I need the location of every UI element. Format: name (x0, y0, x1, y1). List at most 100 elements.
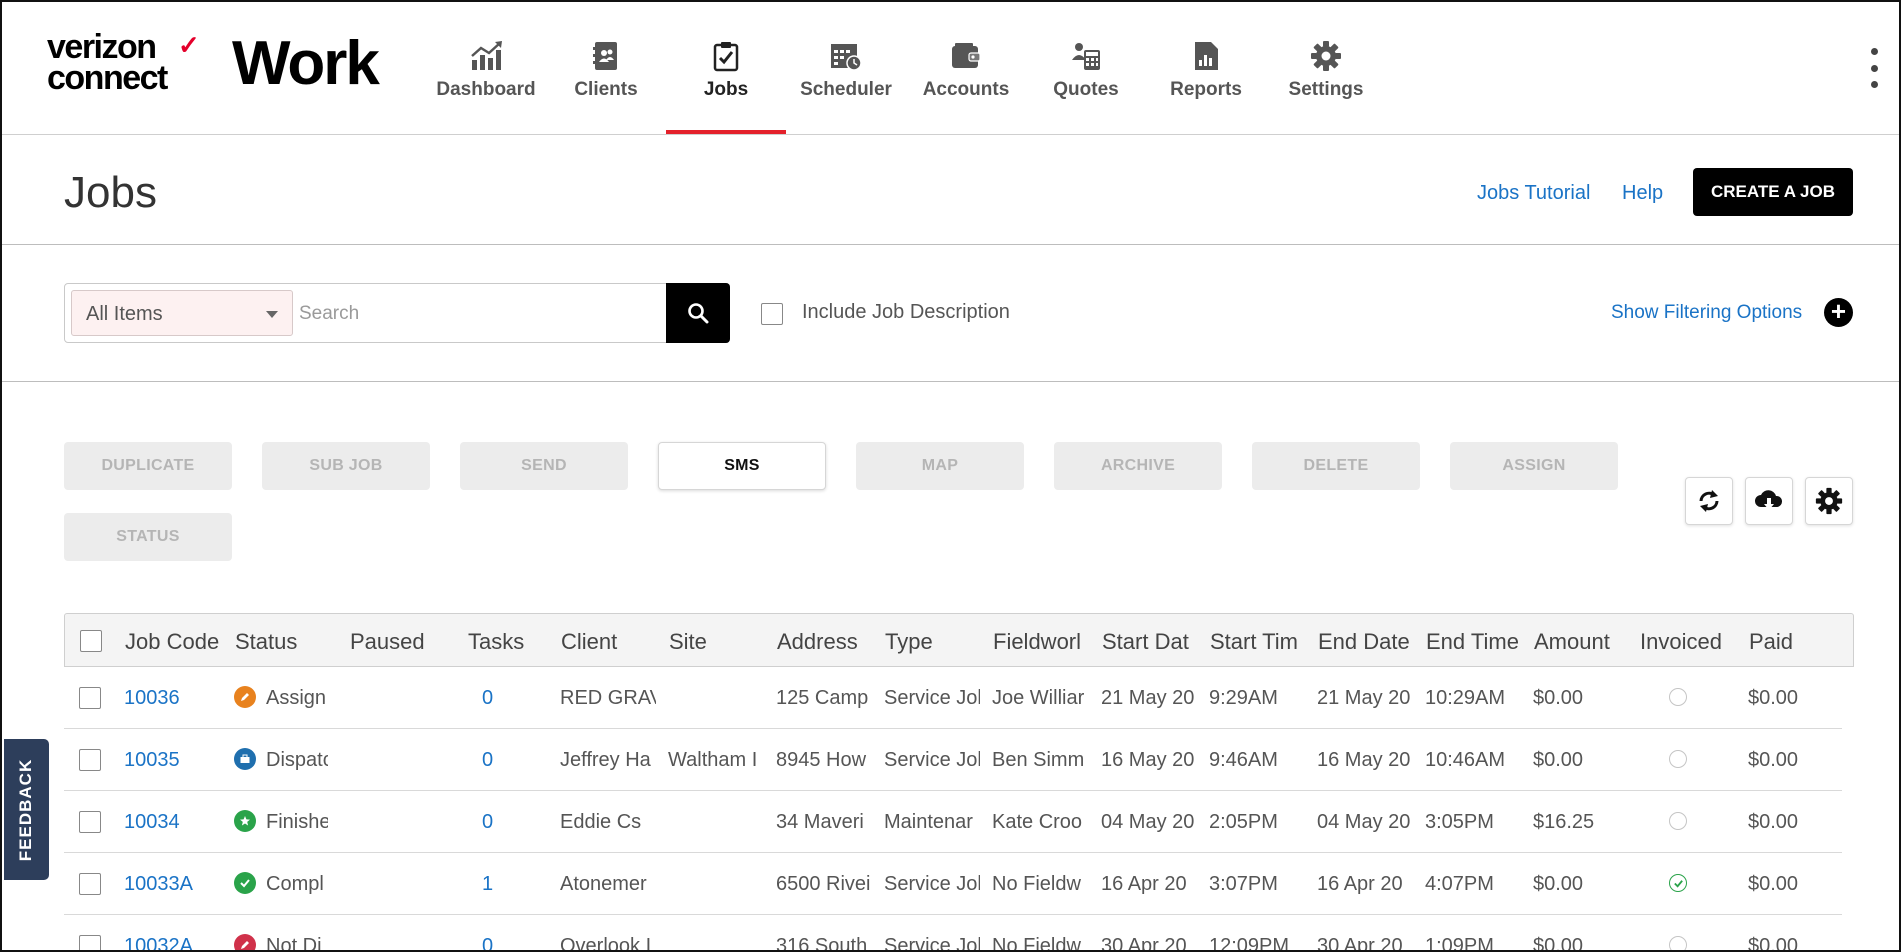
create-job-button[interactable]: CREATE A JOB (1693, 168, 1853, 216)
page-title: Jobs (64, 168, 157, 217)
tasks-count[interactable]: 0 (482, 687, 493, 710)
table-row[interactable]: 10034 Finishe 0 Eddie Cs 34 Maveri Maint… (64, 791, 1842, 853)
end-time-cell: 10:46AM (1425, 749, 1506, 771)
type-cell: Service Jol (884, 873, 980, 895)
scope-select-value: All Items (86, 303, 163, 325)
refresh-button[interactable] (1685, 477, 1733, 525)
paid-cell: $0.00 (1748, 749, 1799, 771)
row-checkbox[interactable] (79, 811, 101, 833)
type-cell: Maintenar (884, 811, 973, 833)
duplicate-button[interactable]: DUPLICATE (64, 442, 232, 490)
col-paid[interactable]: Paid (1749, 629, 1809, 655)
table-row[interactable]: 10033A Compl 1 Atonemer 6500 Rivei Servi… (64, 853, 1842, 915)
address-cell: 316 South (776, 935, 868, 952)
nav-scheduler[interactable]: Scheduler (786, 2, 906, 134)
map-button[interactable]: MAP (856, 442, 1024, 490)
verizon-connect-logo[interactable]: verizon connect ✓ (47, 30, 207, 97)
row-checkbox[interactable] (79, 935, 101, 950)
job-code-link[interactable]: 10035 (124, 749, 180, 772)
job-code-link[interactable]: 10034 (124, 811, 180, 834)
calendar-clock-icon (786, 40, 906, 74)
tasks-count[interactable]: 0 (482, 749, 493, 772)
show-filtering-options-link[interactable]: Show Filtering Options (1611, 302, 1802, 324)
select-all-checkbox[interactable] (80, 630, 102, 652)
table-row[interactable]: 10032A Not Di 0 Overlook I 316 South Ser… (64, 915, 1842, 952)
nav-accounts[interactable]: Accounts (906, 2, 1026, 134)
col-tasks[interactable]: Tasks (468, 629, 548, 655)
tasks-count[interactable]: 1 (482, 873, 493, 896)
col-status[interactable]: Status (235, 629, 325, 655)
nav-jobs[interactable]: Jobs (666, 2, 786, 134)
table-row[interactable]: 10035 Dispatc 0 Jeffrey Ha Waltham I 894… (64, 729, 1842, 791)
nav-reports[interactable]: Reports (1146, 2, 1266, 134)
status-text: Dispatc (266, 749, 328, 771)
col-start-time[interactable]: Start Tim (1210, 629, 1304, 655)
sms-button[interactable]: SMS (658, 442, 826, 490)
refresh-icon (1699, 490, 1719, 512)
job-code-link[interactable]: 10036 (124, 687, 180, 710)
amount-cell: $0.00 (1533, 687, 1584, 709)
include-job-description-label: Include Job Description (802, 301, 1010, 323)
col-fieldworker[interactable]: Fieldworl (993, 629, 1087, 655)
nav-reports-label: Reports (1170, 79, 1242, 100)
status-text: Assign (266, 687, 327, 709)
invoiced-indicator (1669, 750, 1687, 768)
help-link[interactable]: Help (1622, 182, 1663, 205)
site-cell: Waltham I (668, 749, 758, 771)
col-site[interactable]: Site (669, 629, 749, 655)
col-amount[interactable]: Amount (1534, 629, 1628, 655)
col-job-code[interactable]: Job Code (125, 629, 221, 655)
job-code-link[interactable]: 10033A (124, 873, 193, 896)
more-options-icon[interactable] (1869, 48, 1879, 88)
wallet-icon (906, 40, 1026, 74)
app-name: Work (232, 29, 380, 98)
col-invoiced[interactable]: Invoiced (1640, 629, 1734, 655)
col-start-date[interactable]: Start Dat (1102, 629, 1196, 655)
nav-quotes[interactable]: Quotes (1026, 2, 1146, 134)
tasks-count[interactable]: 0 (482, 935, 493, 950)
nav-dashboard[interactable]: Dashboard (426, 2, 546, 134)
feedback-tab[interactable]: FEEDBACK (4, 739, 49, 880)
paid-cell: $0.00 (1748, 811, 1799, 833)
status-button[interactable]: STATUS (64, 513, 232, 561)
search-input[interactable] (297, 290, 661, 338)
col-client[interactable]: Client (561, 629, 651, 655)
end-date-cell: 30 Apr 20 (1317, 935, 1403, 952)
col-type[interactable]: Type (885, 629, 965, 655)
col-end-date[interactable]: End Date (1318, 629, 1412, 655)
delete-button[interactable]: DELETE (1252, 442, 1420, 490)
cloud-download-button[interactable] (1745, 477, 1793, 525)
scope-select[interactable]: All Items (71, 290, 293, 336)
sub-job-button[interactable]: SUB JOB (262, 442, 430, 490)
row-checkbox[interactable] (79, 749, 101, 771)
tasks-count[interactable]: 0 (482, 811, 493, 834)
assign-button[interactable]: ASSIGN (1450, 442, 1618, 490)
start-time-cell: 3:07PM (1209, 873, 1278, 895)
job-code-link[interactable]: 10032A (124, 935, 193, 950)
archive-button[interactable]: ARCHIVE (1054, 442, 1222, 490)
col-end-time[interactable]: End Time (1426, 629, 1520, 655)
nav-scheduler-label: Scheduler (800, 79, 892, 100)
col-paused[interactable]: Paused (350, 629, 440, 655)
nav-settings[interactable]: Settings (1266, 2, 1386, 134)
include-job-description-checkbox[interactable] (761, 303, 783, 325)
check-icon (234, 872, 256, 894)
jobs-table: Job Code Status Paused Tasks Client Site… (64, 613, 1854, 952)
col-address[interactable]: Address (777, 629, 867, 655)
plus-circle-icon[interactable]: + (1824, 298, 1853, 327)
logo-line-2: connect (47, 59, 168, 97)
nav-settings-label: Settings (1288, 79, 1364, 100)
end-date-cell: 21 May 20 (1317, 687, 1411, 709)
table-row[interactable]: 10036 Assign 0 RED GRAV 125 Camp Service… (64, 667, 1842, 729)
search-button[interactable] (666, 283, 730, 343)
table-settings-button[interactable] (1805, 477, 1853, 525)
send-button[interactable]: SEND (460, 442, 628, 490)
start-date-cell: 16 Apr 20 (1101, 873, 1187, 895)
start-time-cell: 9:46AM (1209, 749, 1278, 771)
jobs-tutorial-link[interactable]: Jobs Tutorial (1477, 182, 1590, 205)
client-cell: RED GRAV (560, 687, 656, 709)
chevron-down-icon (266, 311, 278, 318)
row-checkbox[interactable] (79, 873, 101, 895)
nav-clients[interactable]: Clients (546, 2, 666, 134)
row-checkbox[interactable] (79, 687, 101, 709)
